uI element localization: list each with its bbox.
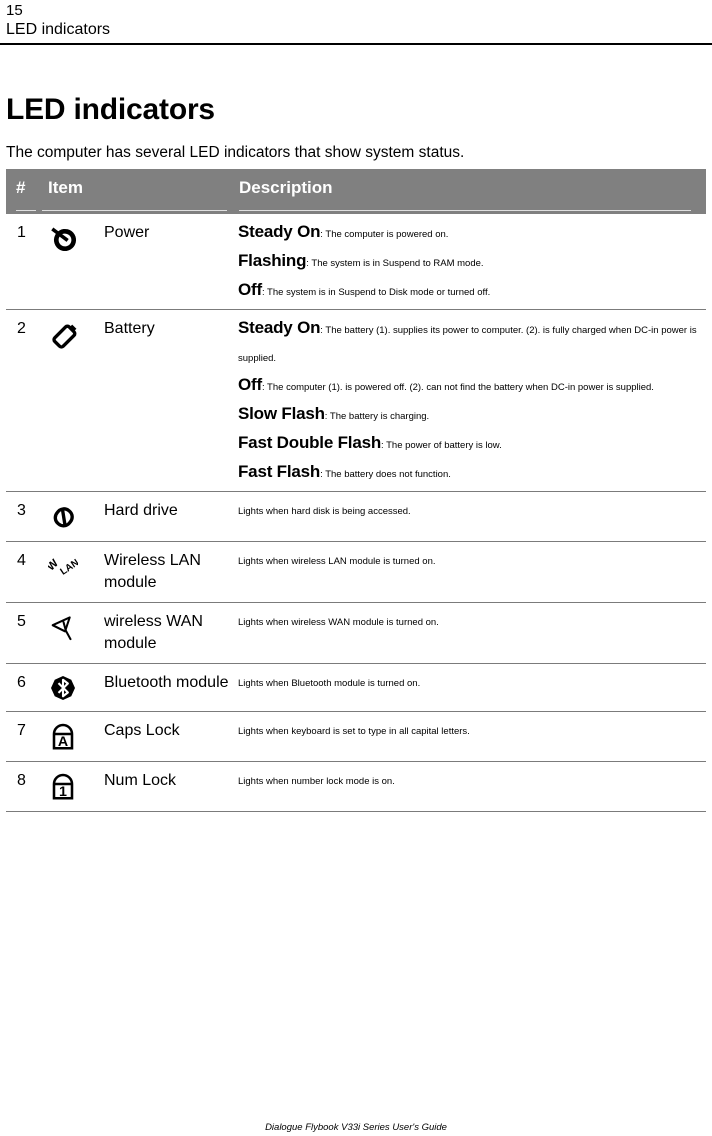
- table-row: 4 W LAN Wireless LAN module Lights when wire…: [6, 542, 706, 603]
- description-text: : The battery (1). supplies its power to…: [320, 325, 697, 336]
- description-line: supplied.: [238, 347, 700, 367]
- row-item-label: Num Lock: [104, 772, 177, 789]
- page-title: LED indicators: [6, 93, 215, 127]
- column-header-description: Description: [238, 178, 706, 211]
- description-text: : The computer is powered on.: [320, 229, 449, 240]
- row-description: Steady On: The battery (1). supplies its…: [238, 318, 706, 483]
- table-row: 7 A Caps Lock Lights when keyboard is set t…: [6, 712, 706, 762]
- svg-text:LAN: LAN: [58, 557, 78, 577]
- page-footer: Dialogue Flybook V33i Series User's Guid…: [265, 1122, 447, 1133]
- description-line: Slow Flash: The battery is charging.: [238, 404, 700, 425]
- row-item-label: Hard drive: [104, 502, 178, 519]
- row-number: 1: [17, 224, 26, 241]
- row-description: Steady On: The computer is powered on. Fl…: [238, 222, 706, 301]
- description-text: Lights when keyboard is set to type in a…: [238, 726, 470, 737]
- running-head-title: LED indicators: [6, 21, 111, 38]
- description-state: Flashing: [238, 251, 307, 270]
- column-header-item: Item: [42, 178, 238, 211]
- row-number: 7: [17, 722, 26, 739]
- description-text: : The power of battery is low.: [381, 440, 502, 451]
- description-text: : The system is in Suspend to Disk mode …: [261, 287, 491, 298]
- description-state: Steady On: [238, 318, 321, 337]
- table-row: 1 Power Steady On: The computer is powered…: [6, 214, 706, 310]
- description-text: supplied.: [238, 353, 277, 364]
- row-description: Lights when keyboard is set to type in a…: [238, 720, 706, 739]
- row-number: 5: [17, 613, 26, 630]
- running-head: 15 LED indicators: [0, 0, 712, 45]
- column-header-number: #: [6, 178, 42, 211]
- description-text: : The battery is charging.: [324, 411, 430, 422]
- table-header-row: # Item Description: [6, 169, 706, 214]
- page-number: 15: [6, 2, 23, 19]
- row-item-label: Power: [104, 224, 150, 241]
- description-state: Steady On: [238, 222, 321, 241]
- description-line: Steady On: The computer is powered on.: [238, 222, 700, 243]
- description-line: Fast Double Flash: The power of battery …: [238, 433, 700, 454]
- description-text: : The battery does not function.: [320, 469, 451, 480]
- row-item-label: wireless WAN module: [104, 613, 203, 652]
- row-item-label: Bluetooth module: [104, 674, 229, 691]
- description-state: Fast Double Flash: [238, 433, 382, 452]
- description-text: Lights when wireless WAN module is turne…: [238, 617, 439, 628]
- row-description: Lights when wireless LAN module is turne…: [238, 550, 706, 569]
- wireless-wan-icon: [42, 611, 104, 643]
- battery-icon: [42, 318, 104, 353]
- description-text: Lights when wireless LAN module is turne…: [238, 556, 436, 567]
- description-line: Flashing: The system is in Suspend to RA…: [238, 251, 700, 272]
- description-line: Off: The system is in Suspend to Disk mo…: [238, 280, 700, 301]
- row-item-label: Wireless LAN module: [104, 552, 201, 591]
- row-item-label: Caps Lock: [104, 722, 180, 739]
- column-header-number-label: #: [16, 178, 26, 197]
- table-row: 5 wireless WAN module Lights when wireless…: [6, 603, 706, 664]
- description-text: : The computer (1). is powered off. (2).…: [261, 382, 654, 393]
- intro-paragraph: The computer has several LED indicators …: [6, 143, 465, 161]
- description-text: Lights when Bluetooth module is turned o…: [238, 678, 421, 689]
- svg-text:A: A: [58, 734, 68, 750]
- num-lock-icon: 1: [42, 770, 104, 803]
- table-row: 8 1 Num Lock Lights when number lock mode i…: [6, 762, 706, 812]
- table-row: 6 Bluetooth module Lights when Bluetooth m…: [6, 664, 706, 712]
- wireless-lan-icon: W LAN: [42, 550, 104, 581]
- description-state: Fast Flash: [238, 462, 321, 481]
- led-indicator-table: # Item Description 1 Power Steady On: The …: [6, 169, 706, 812]
- description-line: Off: The computer (1). is powered off. (…: [238, 375, 700, 396]
- column-header-description-label: Description: [239, 178, 333, 197]
- header-rule: [0, 43, 712, 45]
- column-header-number-underline: [16, 210, 36, 211]
- row-number: 2: [17, 320, 26, 337]
- caps-lock-icon: A: [42, 720, 104, 753]
- description-text: : The system is in Suspend to RAM mode.: [306, 258, 484, 269]
- description-state: Slow Flash: [238, 404, 325, 423]
- description-text: Lights when number lock mode is on.: [238, 776, 395, 787]
- row-number: 3: [17, 502, 26, 519]
- description-text: Lights when hard disk is being accessed.: [238, 506, 411, 517]
- description-state: Off: [238, 375, 262, 394]
- column-header-item-label: Item: [48, 178, 83, 197]
- row-description: Lights when hard disk is being accessed.: [238, 500, 706, 519]
- column-header-item-underline: [42, 210, 227, 211]
- description-line: Fast Flash: The battery does not functio…: [238, 462, 700, 483]
- description-state: Off: [238, 280, 262, 299]
- description-line: Steady On: The battery (1). supplies its…: [238, 318, 700, 339]
- row-description: Lights when number lock mode is on.: [238, 770, 706, 789]
- row-number: 4: [17, 552, 26, 569]
- row-number: 8: [17, 772, 26, 789]
- column-header-description-underline: [239, 210, 691, 211]
- table-body: 1 Power Steady On: The computer is powered…: [6, 214, 706, 812]
- power-icon: [42, 222, 104, 257]
- row-description: Lights when wireless WAN module is turne…: [238, 611, 706, 630]
- table-row: 2 Battery Steady On: The battery (1). supp…: [6, 310, 706, 492]
- hard-drive-icon: [42, 500, 104, 533]
- bluetooth-icon: [42, 672, 104, 703]
- svg-text:1: 1: [59, 784, 67, 800]
- row-number: 6: [17, 674, 26, 691]
- row-item-label: Battery: [104, 320, 155, 337]
- row-description: Lights when Bluetooth module is turned o…: [238, 672, 706, 691]
- table-row: 3 Hard drive Lights when hard disk is bein…: [6, 492, 706, 542]
